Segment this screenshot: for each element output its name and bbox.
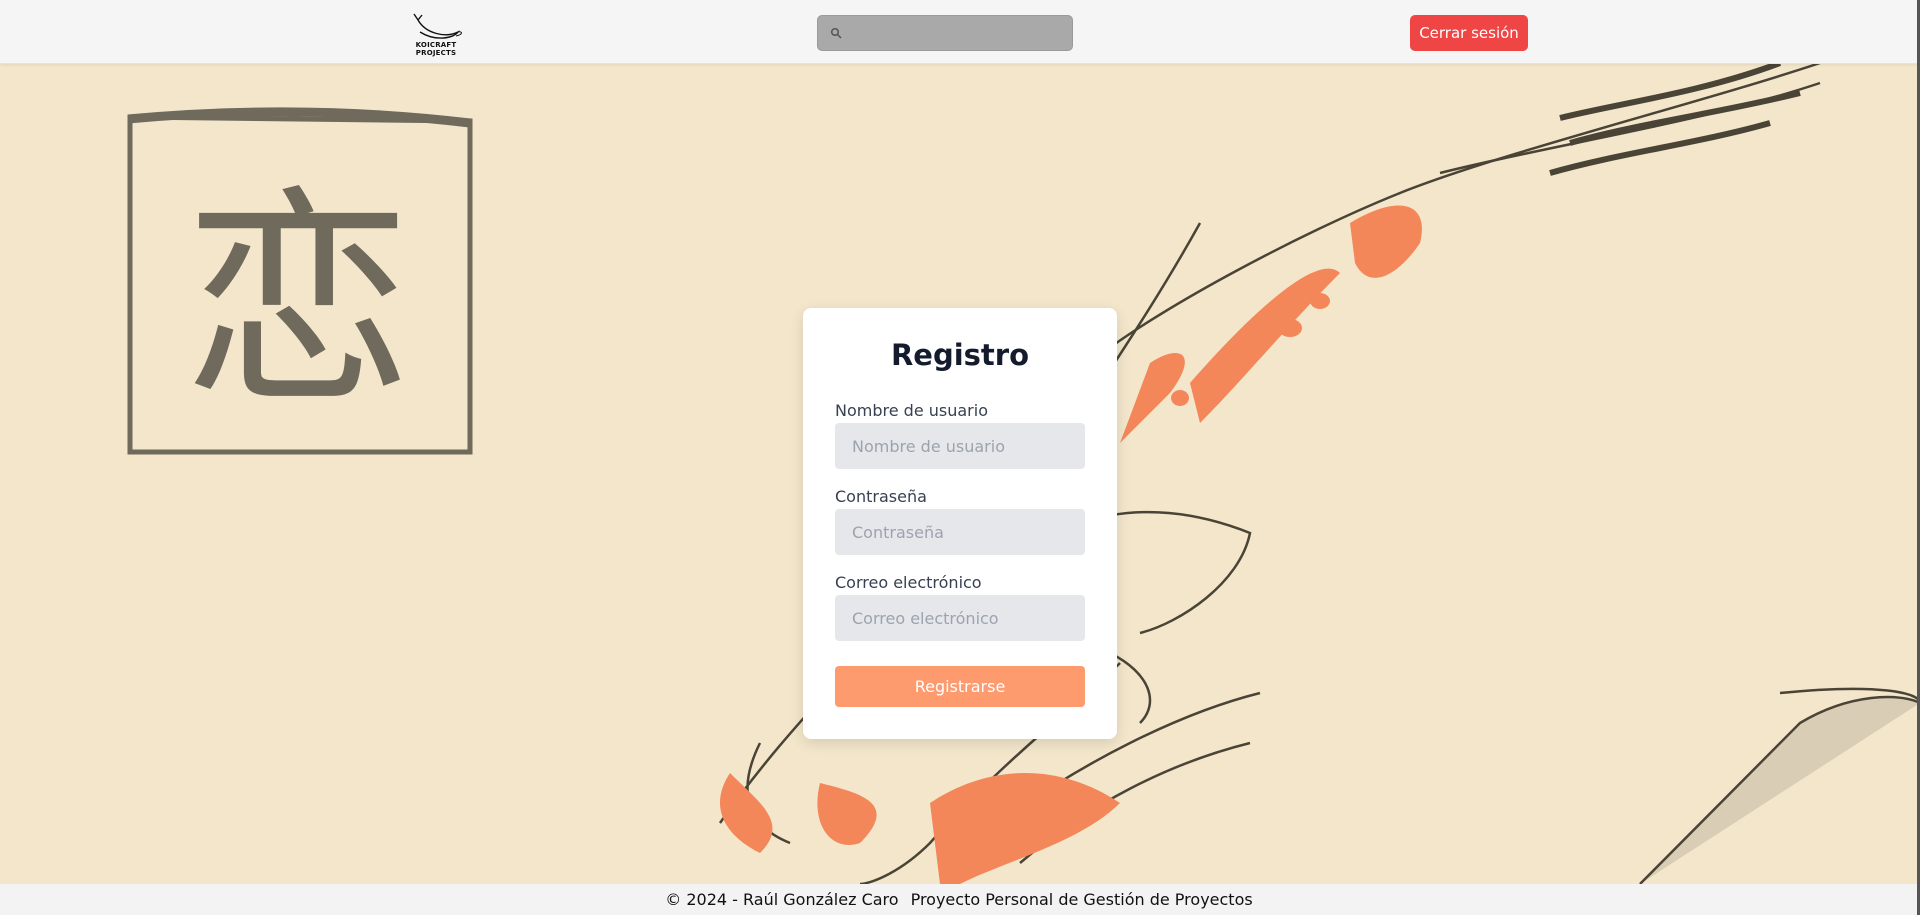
footer-copyright: © 2024 - Raúl González Caro <box>665 890 899 909</box>
top-navbar: KOICRAFT PROJECTS Cerrar sesión <box>0 0 1918 64</box>
password-input[interactable] <box>835 509 1085 555</box>
search-input[interactable] <box>848 16 1072 52</box>
register-title: Registro <box>890 338 1030 372</box>
koicraft-logo[interactable]: KOICRAFT PROJECTS <box>396 12 476 57</box>
footer-project: Proyecto Personal de Gestión de Proyecto… <box>910 890 1253 909</box>
email-input[interactable] <box>835 595 1085 641</box>
email-label: Correo electrónico <box>835 573 982 592</box>
search-icon <box>830 27 842 39</box>
logout-button[interactable]: Cerrar sesión <box>1410 15 1528 51</box>
register-button[interactable]: Registrarse <box>835 666 1085 707</box>
kanji-character: 恋 <box>183 169 413 436</box>
koi-fish-icon <box>413 13 462 39</box>
footer: © 2024 - Raúl González Caro Proyecto Pers… <box>0 884 1918 915</box>
password-label: Contraseña <box>835 487 927 506</box>
kanji-seal: 恋 <box>127 107 473 455</box>
username-input[interactable] <box>835 423 1085 469</box>
register-card: Registro Nombre de usuario Contraseña Co… <box>803 308 1117 739</box>
search-bar[interactable] <box>817 15 1073 52</box>
logo-text: KOICRAFT PROJECTS <box>415 41 457 57</box>
username-label: Nombre de usuario <box>835 401 988 420</box>
